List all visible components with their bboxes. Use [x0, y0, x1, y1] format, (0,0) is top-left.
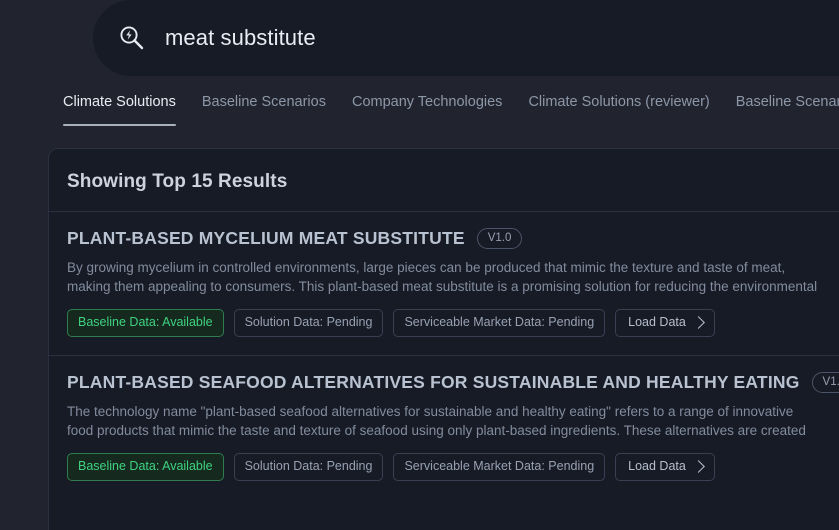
load-data-label: Load Data: [628, 459, 686, 473]
result-description: By growing mycelium in controlled enviro…: [67, 260, 818, 294]
chevron-right-icon: [691, 315, 705, 329]
search-input[interactable]: meat substitute: [165, 27, 316, 49]
result-title-row: PLANT-BASED SEAFOOD ALTERNATIVES FOR SUS…: [67, 372, 839, 393]
search-lightning-icon: [117, 23, 147, 53]
result-title[interactable]: PLANT-BASED MYCELIUM MEAT SUBSTITUTE: [67, 228, 465, 249]
result-item[interactable]: PLANT-BASED SEAFOOD ALTERNATIVES FOR SUS…: [49, 355, 839, 499]
tab-climate-solutions[interactable]: Climate Solutions: [63, 88, 176, 126]
chip-baseline-data[interactable]: Baseline Data: Available: [67, 453, 224, 481]
results-panel: Showing Top 15 Results PLANT-BASED MYCEL…: [48, 148, 839, 530]
chip-solution-data[interactable]: Solution Data: Pending: [233, 309, 384, 337]
tab-company-technologies[interactable]: Company Technologies: [352, 88, 502, 112]
load-data-button[interactable]: Load Data: [615, 309, 715, 337]
tab-bar: Climate Solutions Baseline Scenarios Com…: [63, 88, 839, 128]
load-data-label: Load Data: [628, 315, 686, 329]
chip-solution-data[interactable]: Solution Data: Pending: [233, 453, 384, 481]
tab-climate-solutions-reviewer[interactable]: Climate Solutions (reviewer): [528, 88, 709, 112]
chip-serviceable-market-data[interactable]: Serviceable Market Data: Pending: [393, 309, 606, 337]
tab-baseline-scenarios[interactable]: Baseline Scenarios: [202, 88, 326, 112]
results-count-header: Showing Top 15 Results: [67, 171, 288, 192]
result-description: The technology name "plant-based seafood…: [67, 404, 806, 438]
version-badge: V1.0: [476, 228, 523, 249]
chip-baseline-data[interactable]: Baseline Data: Available: [67, 309, 224, 337]
load-data-button[interactable]: Load Data: [615, 453, 715, 481]
result-chip-row: Baseline Data: Available Solution Data: …: [67, 453, 821, 481]
result-title[interactable]: PLANT-BASED SEAFOOD ALTERNATIVES FOR SUS…: [67, 372, 800, 393]
chip-serviceable-market-data[interactable]: Serviceable Market Data: Pending: [393, 453, 606, 481]
result-title-row: PLANT-BASED MYCELIUM MEAT SUBSTITUTE V1.…: [67, 228, 821, 249]
tab-baseline-scenarios-reviewer[interactable]: Baseline Scenarios (reviewer): [736, 88, 839, 112]
result-item[interactable]: PLANT-BASED MYCELIUM MEAT SUBSTITUTE V1.…: [49, 211, 839, 355]
result-chip-row: Baseline Data: Available Solution Data: …: [67, 309, 821, 337]
version-badge: V1.0: [811, 372, 839, 393]
chevron-right-icon: [691, 459, 705, 473]
search-bar[interactable]: meat substitute: [93, 0, 839, 76]
